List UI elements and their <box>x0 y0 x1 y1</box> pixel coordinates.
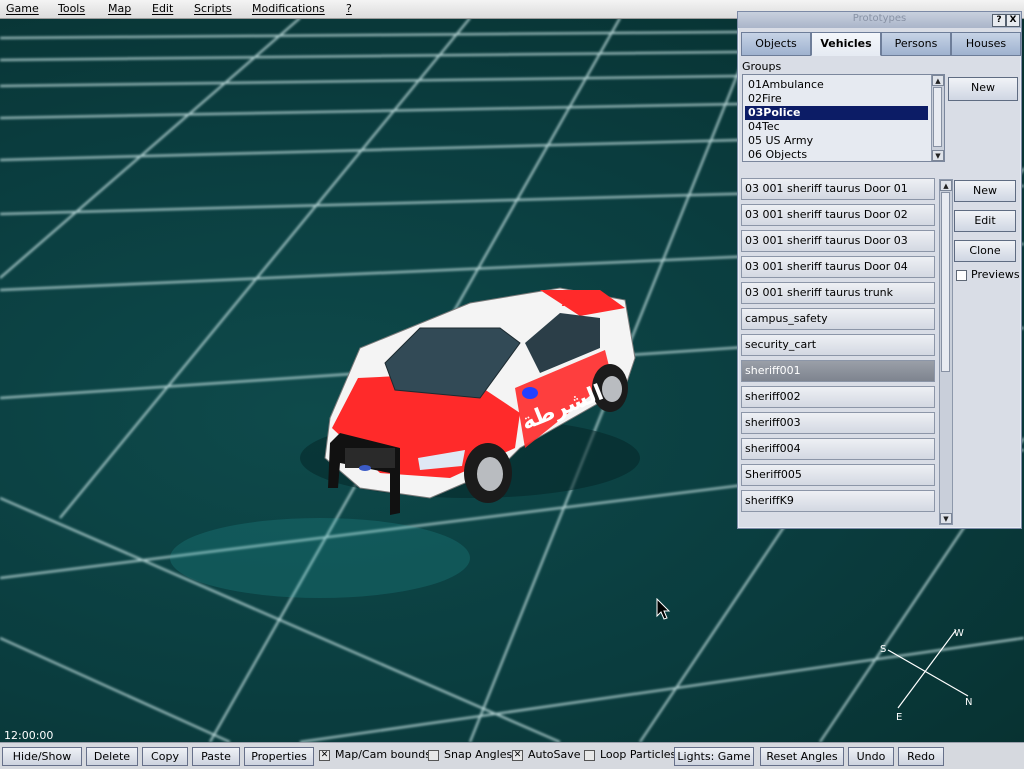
list-item[interactable]: sheriff002 <box>741 386 935 408</box>
scroll-down-icon[interactable]: ▼ <box>940 513 952 524</box>
scroll-thumb[interactable] <box>933 87 942 147</box>
tab-objects[interactable]: Objects <box>741 32 811 56</box>
list-item[interactable]: security_cart <box>741 334 935 356</box>
close-icon[interactable]: X <box>1006 14 1020 27</box>
scroll-down-icon[interactable]: ▼ <box>932 150 944 161</box>
tab-houses[interactable]: Houses <box>951 32 1021 56</box>
list-item[interactable]: Sheriff005 <box>741 464 935 486</box>
map-cam-bounds-label: Map/Cam bounds <box>335 748 431 761</box>
properties-button[interactable]: Properties <box>244 747 314 766</box>
prototype-new-button[interactable]: New <box>954 180 1016 202</box>
compass-s: S <box>880 644 886 655</box>
reset-angles-button[interactable]: Reset Angles <box>760 747 844 766</box>
map-cam-bounds-checkbox[interactable]: ✕ <box>319 750 330 761</box>
tab-persons[interactable]: Persons <box>881 32 951 56</box>
list-item[interactable]: 02Fire <box>745 92 942 106</box>
list-item[interactable]: 03 001 sheriff taurus Door 01 <box>741 178 935 200</box>
menu-game[interactable]: Game <box>6 2 39 15</box>
autosave-checkbox[interactable]: ✕ <box>512 750 523 761</box>
prototype-edit-button[interactable]: Edit <box>954 210 1016 232</box>
previews-label: Previews <box>971 268 1020 281</box>
loop-particles-label: Loop Particles <box>600 748 677 761</box>
list-item[interactable]: 03 001 sheriff taurus Door 03 <box>741 230 935 252</box>
menu-scripts[interactable]: Scripts <box>194 2 232 15</box>
compass-e: E <box>896 712 902 723</box>
list-item[interactable]: 03 001 sheriff taurus trunk <box>741 282 935 304</box>
snap-angles-label: Snap Angles <box>444 748 513 761</box>
list-item[interactable]: 03 001 sheriff taurus Door 02 <box>741 204 935 226</box>
panel-titlebar[interactable]: Prototypes ? X <box>738 12 1021 28</box>
list-item[interactable]: 04Tec <box>745 120 942 134</box>
menu-map[interactable]: Map <box>108 2 131 15</box>
list-item[interactable]: 06 Objects <box>745 148 942 161</box>
paste-button[interactable]: Paste <box>192 747 240 766</box>
compass-n: N <box>965 697 972 708</box>
autosave-label: AutoSave <box>528 748 581 761</box>
copy-button[interactable]: Copy <box>142 747 188 766</box>
redo-button[interactable]: Redo <box>898 747 944 766</box>
list-item[interactable]: sheriff003 <box>741 412 935 434</box>
prototype-scrollbar[interactable]: ▲ ▼ <box>939 179 953 525</box>
menu-help[interactable]: ? <box>346 2 352 15</box>
list-item[interactable]: sheriffK9 <box>741 490 935 512</box>
snap-angles-checkbox[interactable] <box>428 750 439 761</box>
groups-list[interactable]: 01Ambulance 02Fire 03Police 04Tec 05 US … <box>742 74 945 162</box>
help-icon[interactable]: ? <box>992 14 1006 27</box>
scroll-thumb[interactable] <box>941 192 950 372</box>
panel-title: Prototypes <box>852 13 907 24</box>
list-item[interactable]: 01Ambulance <box>745 78 942 92</box>
groups-label: Groups <box>742 60 782 73</box>
loop-particles-checkbox[interactable] <box>584 750 595 761</box>
vehicle-roof-number: 7 <box>560 295 568 309</box>
group-new-button[interactable]: New <box>948 77 1018 101</box>
hide-show-button[interactable]: Hide/Show <box>2 747 82 766</box>
list-item[interactable]: campus_safety <box>741 308 935 330</box>
groups-scrollbar[interactable]: ▲ ▼ <box>931 75 944 161</box>
bottom-toolbar: Hide/Show Delete Copy Paste Properties ✕… <box>0 742 1024 769</box>
time-readout: 12:00:00 <box>4 729 54 742</box>
tab-vehicles[interactable]: Vehicles <box>811 32 881 56</box>
scroll-up-icon[interactable]: ▲ <box>932 75 944 86</box>
delete-button[interactable]: Delete <box>86 747 138 766</box>
lights-button[interactable]: Lights: Game <box>674 747 754 766</box>
compass-w: W <box>954 628 964 639</box>
scroll-up-icon[interactable]: ▲ <box>940 180 952 191</box>
list-item[interactable]: 03 001 sheriff taurus Door 04 <box>741 256 935 278</box>
menu-modifications[interactable]: Modifications <box>252 2 325 15</box>
mouse-cursor-icon <box>656 598 671 620</box>
undo-button[interactable]: Undo <box>848 747 894 766</box>
compass-widget: W S N E <box>880 628 972 723</box>
menu-tools[interactable]: Tools <box>58 2 85 15</box>
list-item[interactable]: sheriff004 <box>741 438 935 460</box>
list-item-selected[interactable]: 03Police <box>745 106 928 120</box>
prototype-clone-button[interactable]: Clone <box>954 240 1016 262</box>
list-item[interactable]: 05 US Army <box>745 134 942 148</box>
list-item-selected[interactable]: sheriff001 <box>741 360 935 382</box>
prototypes-panel: Prototypes ? X Objects Vehicles Persons … <box>737 11 1022 529</box>
previews-checkbox[interactable] <box>956 270 967 281</box>
menu-edit[interactable]: Edit <box>152 2 173 15</box>
